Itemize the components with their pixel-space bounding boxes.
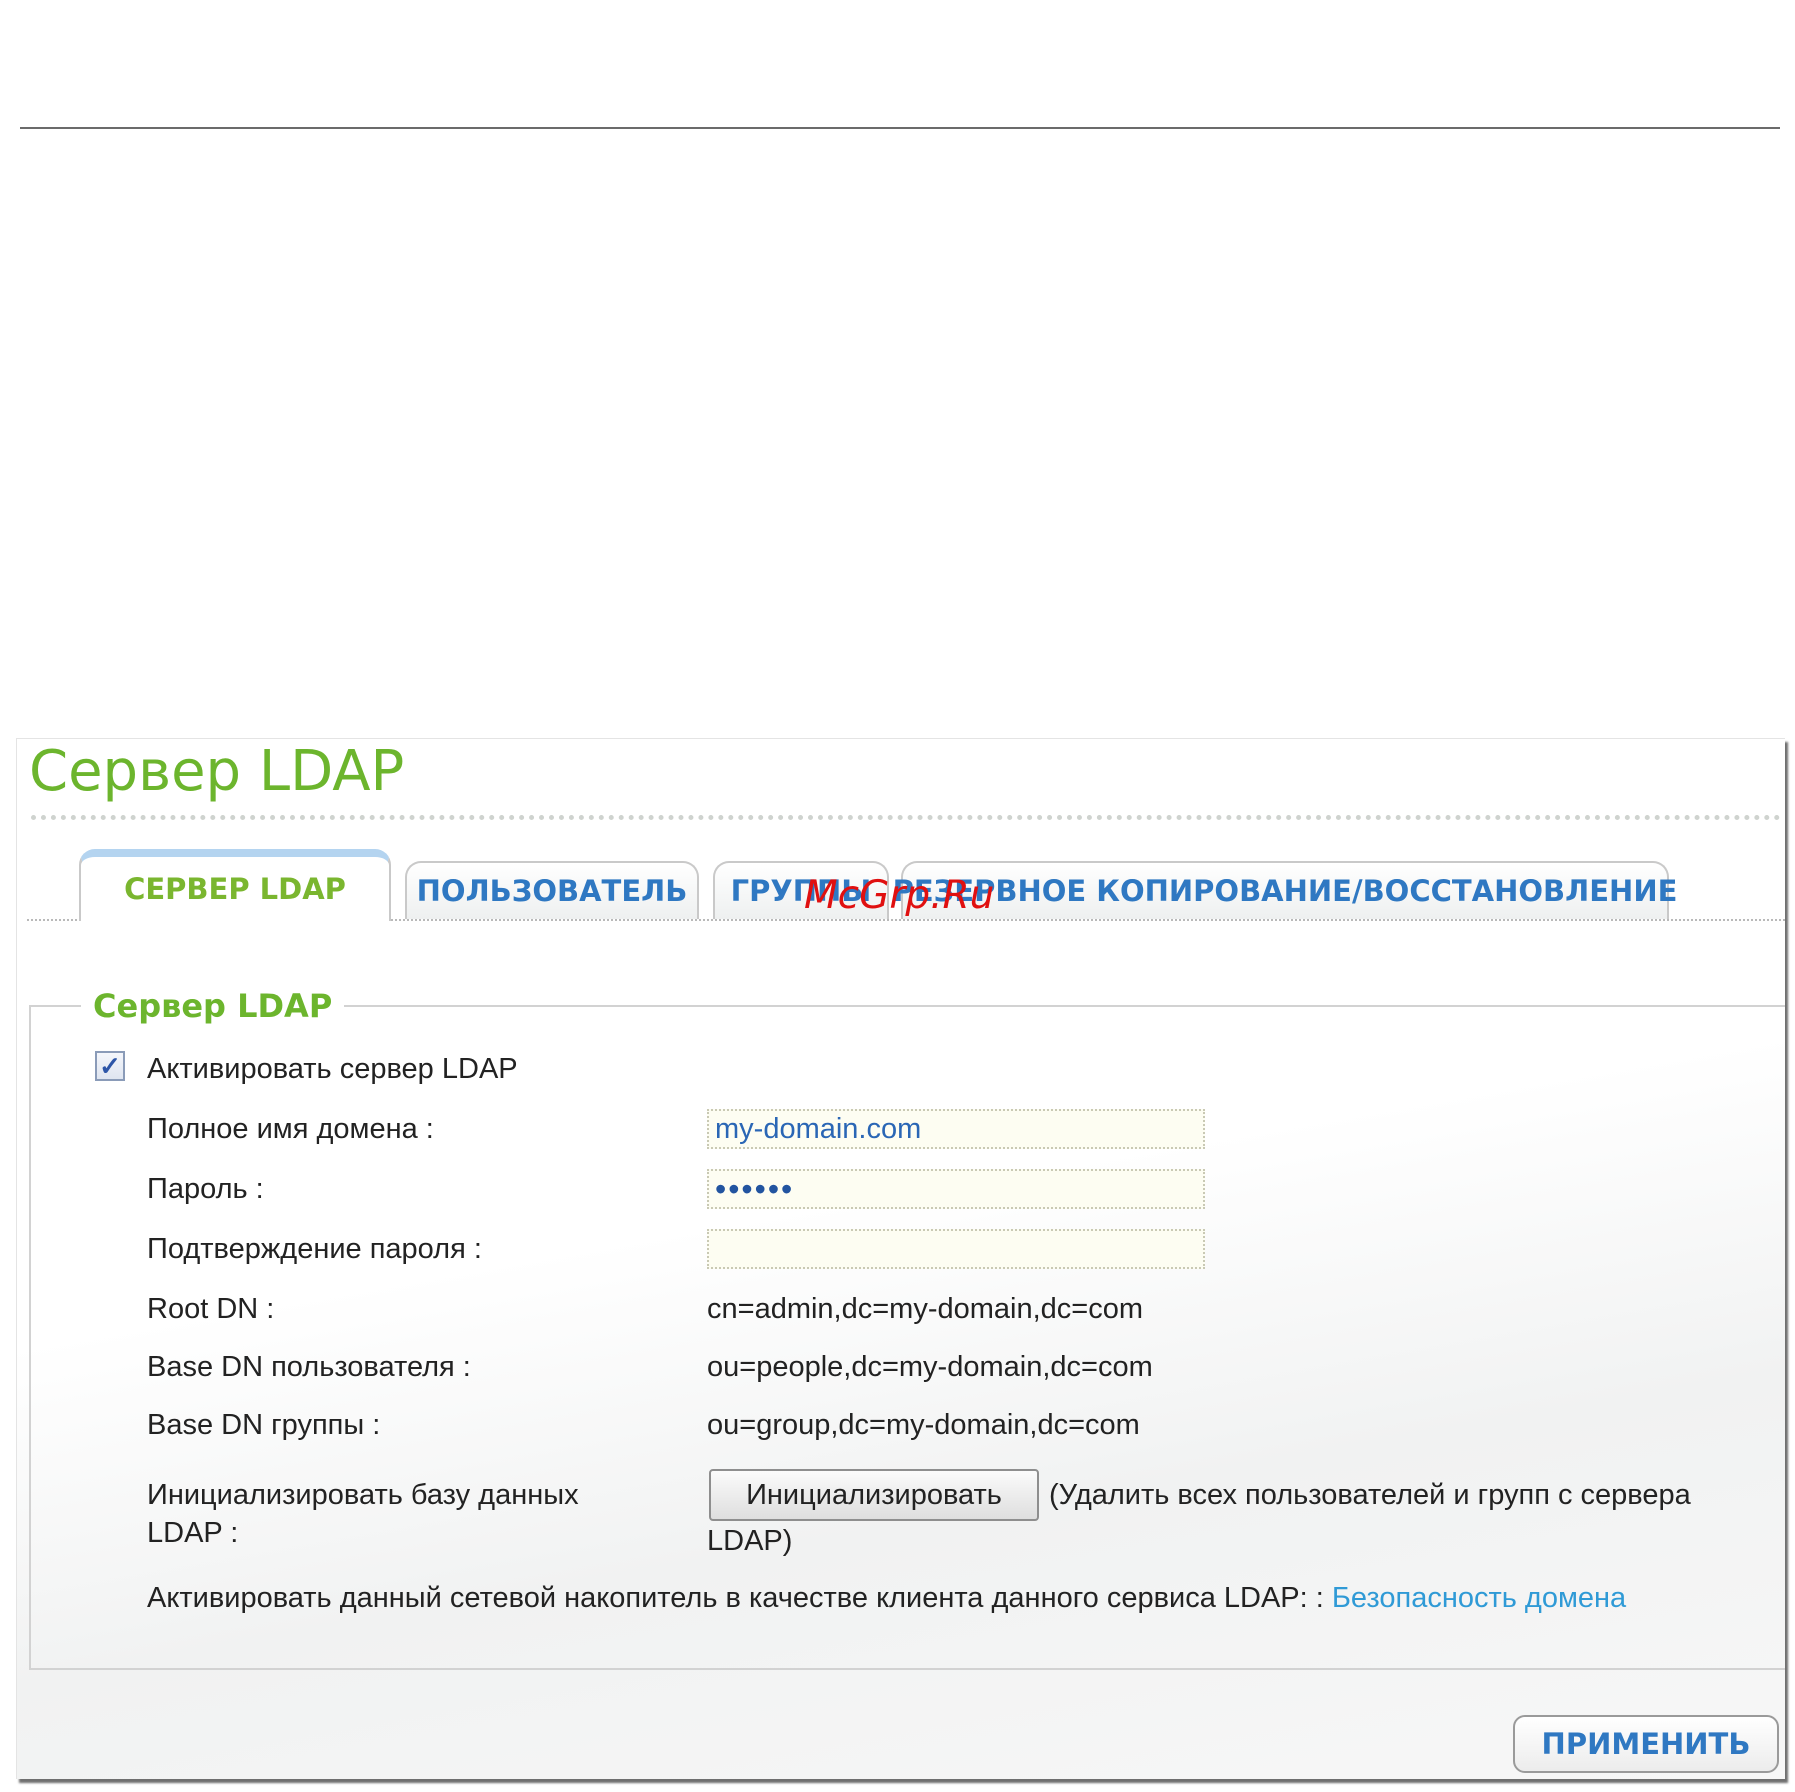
client-activation-text: Активировать данный сетевой накопитель в… bbox=[147, 1582, 1332, 1614]
section-legend: Сервер LDAP bbox=[81, 987, 345, 1025]
init-note-cont: LDAP) bbox=[707, 1525, 793, 1557]
domain-security-link[interactable]: Безопасность домена bbox=[1332, 1582, 1626, 1614]
apply-button[interactable]: ПРИМЕНИТЬ bbox=[1513, 1715, 1779, 1773]
user-basedn-value: ou=people,dc=my-domain,dc=com bbox=[707, 1351, 1153, 1383]
watermark: McGrp.Ru bbox=[804, 873, 995, 918]
tab-label: СЕРВЕР LDAP bbox=[124, 872, 346, 906]
client-activation-line: Активировать данный сетевой накопитель в… bbox=[147, 1582, 1626, 1615]
domain-label: Полное имя домена : bbox=[147, 1113, 434, 1145]
group-basedn-label: Base DN группы : bbox=[147, 1409, 381, 1441]
group-basedn-value: ou=group,dc=my-domain,dc=com bbox=[707, 1409, 1140, 1441]
tab-label: ПОЛЬЗОВАТЕЛЬ bbox=[416, 874, 688, 908]
init-note: (Удалить всех пользователей и групп с се… bbox=[1049, 1479, 1691, 1511]
init-db-label: Инициализировать базу данных bbox=[147, 1479, 579, 1511]
page-title: Сервер LDAP bbox=[29, 739, 405, 804]
tab-label: РЕЗЕРВНОЕ КОПИРОВАНИЕ/ВОССТАНОВЛЕНИЕ bbox=[892, 874, 1678, 908]
password-label: Пароль : bbox=[147, 1173, 264, 1205]
initialize-button[interactable]: Инициализировать bbox=[709, 1469, 1039, 1521]
enable-ldap-label: Активировать сервер LDAP bbox=[147, 1053, 518, 1085]
title-divider bbox=[31, 815, 1781, 820]
rootdn-value: cn=admin,dc=my-domain,dc=com bbox=[707, 1293, 1144, 1325]
enable-ldap-checkbox[interactable]: ✓ bbox=[95, 1051, 125, 1081]
ldap-server-panel: Сервер LDAP СЕРВЕР LDAP ПОЛЬЗОВАТЕЛЬ ГРУ… bbox=[16, 738, 1785, 1779]
tab-backup-restore[interactable]: РЕЗЕРВНОЕ КОПИРОВАНИЕ/ВОССТАНОВЛЕНИЕ bbox=[893, 861, 1677, 919]
checkmark-icon: ✓ bbox=[99, 1051, 121, 1081]
ldap-settings-fieldset bbox=[29, 1005, 1785, 1670]
init-db-label-cont: LDAP : bbox=[147, 1517, 239, 1549]
rootdn-label: Root DN : bbox=[147, 1293, 275, 1325]
confirm-password-input[interactable] bbox=[707, 1229, 1205, 1269]
tab-user[interactable]: ПОЛЬЗОВАТЕЛЬ bbox=[405, 861, 699, 919]
password-input[interactable] bbox=[707, 1169, 1205, 1209]
confirm-password-label: Подтверждение пароля : bbox=[147, 1233, 482, 1265]
tab-ldap-server[interactable]: СЕРВЕР LDAP bbox=[79, 849, 391, 921]
domain-input[interactable] bbox=[707, 1109, 1205, 1149]
user-basedn-label: Base DN пользователя : bbox=[147, 1351, 471, 1383]
top-divider bbox=[20, 127, 1780, 129]
